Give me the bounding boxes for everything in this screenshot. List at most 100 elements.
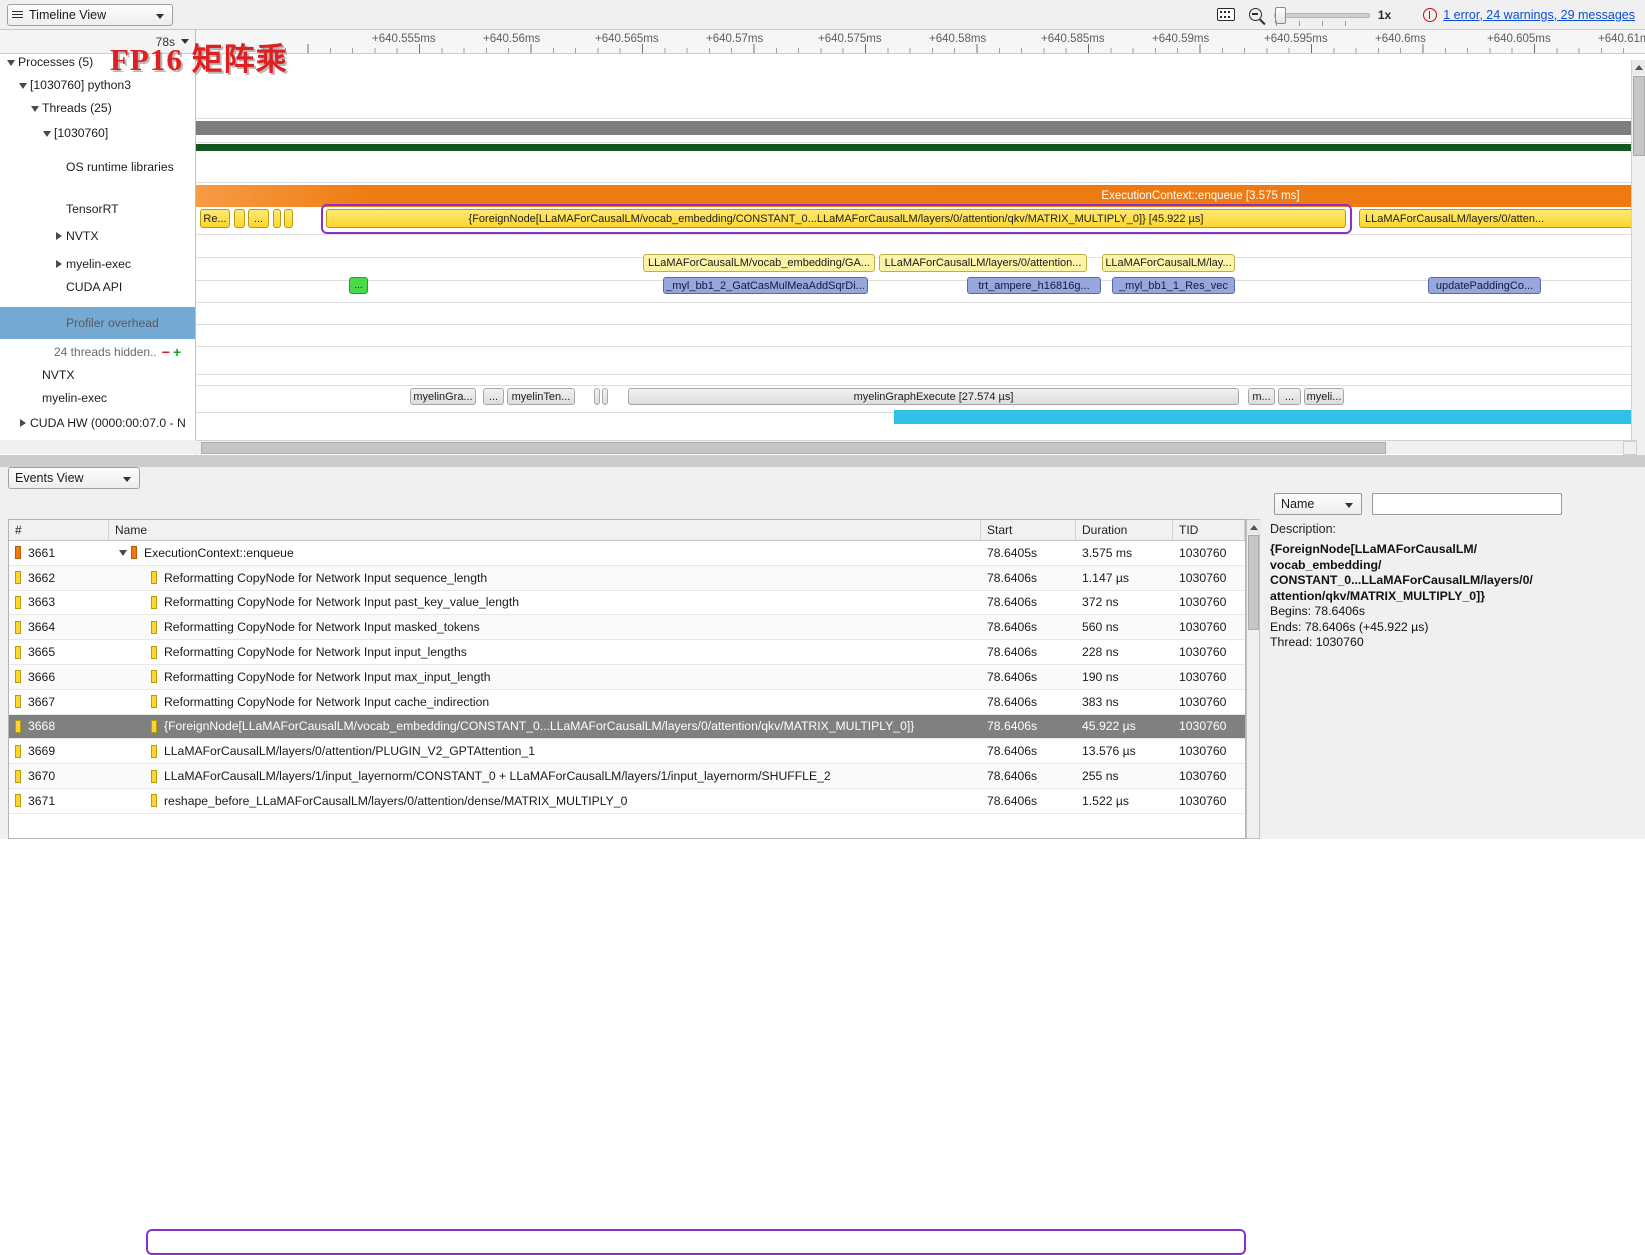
zoom-slider-track[interactable] <box>1273 12 1370 18</box>
event-color-swatch <box>151 620 157 634</box>
myelin-graph-execute-label: myelinGraphExecute [27.574 µs] <box>853 390 1014 403</box>
chevron-down-icon[interactable] <box>115 549 131 556</box>
timeline-tree-item-profiler-overhead[interactable]: Profiler overhead <box>0 307 195 339</box>
tensorrt-child-bar[interactable] <box>284 209 293 228</box>
myelin-bar[interactable]: ... <box>483 388 504 405</box>
os-runtime-bar[interactable] <box>196 121 1645 135</box>
zoom-out-icon[interactable] <box>1248 8 1262 21</box>
panel-splitter-thumb[interactable] <box>0 455 1645 467</box>
cuda-hw-bar[interactable] <box>894 410 1645 424</box>
events-filter-column-selector[interactable]: Name <box>1274 493 1362 515</box>
collapse-threads-button[interactable]: − <box>162 344 170 360</box>
timeline-vscroll-thumb[interactable] <box>1633 76 1645 156</box>
cuda-api-bar[interactable]: updatePaddingCo... <box>1428 277 1541 294</box>
zoom-slider[interactable] <box>1273 6 1370 26</box>
chevron-right-icon[interactable] <box>52 229 66 243</box>
table-row[interactable]: 3670 LLaMAForCausalLM/layers/1/input_laye… <box>9 764 1245 789</box>
timeline-tree-item-cuda-api[interactable]: CUDA API <box>0 275 195 298</box>
myelin-bar[interactable] <box>602 388 608 405</box>
scroll-up-icon[interactable] <box>1632 60 1645 74</box>
tensorrt-child-bar[interactable]: Re... <box>200 209 230 228</box>
timeline-tree-item-processes-5[interactable]: Processes (5) <box>0 50 195 73</box>
myelin-bar[interactable] <box>594 388 600 405</box>
timeline-tree-item-cuda-hw-0000-00-07-0-n[interactable]: CUDA HW (0000:00:07.0 - N <box>0 411 195 434</box>
cuda-api-bar[interactable]: _myl_bb1_1_Res_vec <box>1112 277 1235 294</box>
chevron-down-icon[interactable] <box>28 101 42 115</box>
column-header-start[interactable]: Start <box>981 520 1076 540</box>
events-view-selector[interactable]: Events View <box>8 467 140 489</box>
events-vscroll-thumb[interactable] <box>1248 535 1259 630</box>
timeline-tree-item-myelin-exec[interactable]: myelin-exec <box>0 252 195 275</box>
table-row[interactable]: 3666 Reformatting CopyNode for Network In… <box>9 664 1245 690</box>
table-row[interactable]: 3671 reshape_before_LLaMAForCausalLM/laye… <box>9 789 1245 814</box>
cell-name: Reformatting CopyNode for Network Input … <box>109 595 981 609</box>
column-header-tid[interactable]: TID <box>1173 520 1245 540</box>
description-ends: Ends: 78.6406s (+45.922 µs) <box>1270 619 1429 634</box>
top-toolbar: Timeline View 1x 1 error, 24 warnings, 2… <box>0 0 1645 30</box>
chevron-down-icon[interactable] <box>181 39 189 44</box>
myelin-bar[interactable]: m... <box>1248 388 1275 405</box>
tensorrt-child-bar[interactable] <box>234 209 245 228</box>
os-runtime-green-bar[interactable] <box>196 144 1645 151</box>
column-header-name[interactable]: Name <box>109 520 981 540</box>
myelin-graph-execute-bar[interactable]: myelinGraphExecute [27.574 µs] <box>628 388 1239 405</box>
chevron-right-icon[interactable] <box>52 257 66 271</box>
timeline-tree-item-24-threads-hidden[interactable]: 24 threads hidden.. − + <box>0 340 195 363</box>
scroll-up-icon[interactable] <box>1247 520 1261 534</box>
timeline-hscroll-thumb[interactable] <box>201 442 1386 454</box>
myelin-bar[interactable]: myelinTen... <box>507 388 575 405</box>
timeline-tree-item-nvtx[interactable]: NVTX <box>0 363 195 386</box>
cuda-api-bar[interactable]: trt_ampere_h16816g... <box>967 277 1101 294</box>
tensorrt-child-bar[interactable]: ... <box>248 209 269 228</box>
nvtx-range-bar[interactable]: LLaMAForCausalLM/lay... <box>1102 254 1235 272</box>
keyboard-icon[interactable] <box>1216 8 1235 21</box>
nvtx-range-bar[interactable]: LLaMAForCausalLM/layers/0/attention... <box>879 254 1087 272</box>
expand-threads-button[interactable]: + <box>173 344 181 360</box>
timeline-graph[interactable]: +640.555ms +640.56ms +640.565ms +640.57ms +6… <box>196 30 1645 455</box>
table-row[interactable]: 3664 Reformatting CopyNode for Network In… <box>9 615 1245 641</box>
cuda-api-green-bar[interactable]: ... <box>349 277 368 294</box>
table-row[interactable]: 3663 Reformatting CopyNode for Network In… <box>9 591 1245 616</box>
myelin-bar[interactable]: myeli... <box>1304 388 1344 405</box>
diagnostics-messages-link[interactable]: 1 error, 24 warnings, 29 messages <box>1443 8 1635 22</box>
chevron-right-icon[interactable] <box>16 416 30 430</box>
cuda-api-bar[interactable]: _myl_bb1_2_GatCasMulMeaAddSqrDi... <box>663 277 868 294</box>
timeline-view-selector[interactable]: Timeline View <box>7 3 173 26</box>
tensorrt-next-node-bar[interactable]: LLaMAForCausalLM/layers/0/atten... <box>1359 209 1645 228</box>
chevron-down-icon[interactable] <box>16 78 30 92</box>
table-row[interactable]: 3661 ExecutionContext::enqueue 78.6405s 3.5… <box>9 541 1245 566</box>
timeline-tree-item-1030760-python3[interactable]: [1030760] python3 <box>0 73 195 96</box>
panel-splitter[interactable] <box>0 455 1645 467</box>
table-row[interactable]: 3668 {ForeignNode[LLaMAForCausalLM/vocab_… <box>9 714 1245 740</box>
timeline-ruler[interactable]: +640.555ms +640.56ms +640.565ms +640.57ms +6… <box>196 30 1645 54</box>
myelin-bar[interactable]: ... <box>1278 388 1301 405</box>
chevron-down-icon[interactable] <box>40 126 54 140</box>
cell-tid: 1030760 <box>1179 694 1227 709</box>
timeline-tree-item-nvtx[interactable]: NVTX <box>0 224 195 247</box>
table-row[interactable]: 3667 Reformatting CopyNode for Network In… <box>9 690 1245 715</box>
timeline-tree-item-threads-25[interactable]: Threads (25) <box>0 96 195 119</box>
timeline-tree-item-label: CUDA API <box>66 279 123 294</box>
table-row[interactable]: 3662 Reformatting CopyNode for Network In… <box>9 565 1245 591</box>
events-filter-input[interactable] <box>1372 493 1562 515</box>
nvtx-range-bar[interactable]: LLaMAForCausalLM/vocab_embedding/GA... <box>643 254 875 272</box>
timeline-tree-item-1030760[interactable]: [1030760] <box>0 121 195 144</box>
chevron-down-icon[interactable] <box>4 55 18 69</box>
events-table[interactable]: # Name Start Duration TID 3661 ExecutionC… <box>8 519 1246 839</box>
table-row[interactable]: 3669 LLaMAForCausalLM/layers/0/attention/… <box>9 739 1245 765</box>
events-vertical-scrollbar[interactable] <box>1246 519 1261 839</box>
column-header-index[interactable]: # <box>9 520 109 540</box>
timeline-tree-item-os-runtime-libraries[interactable]: OS runtime libraries <box>0 155 195 178</box>
tensorrt-child-bar[interactable] <box>273 209 281 228</box>
timeline-vertical-scrollbar[interactable] <box>1631 60 1645 485</box>
tensorrt-enqueue-bar[interactable]: ExecutionContext::enqueue [3.575 ms] <box>196 185 1645 207</box>
timeline-horizontal-scrollbar[interactable] <box>196 440 1637 455</box>
column-header-duration[interactable]: Duration <box>1076 520 1173 540</box>
event-color-swatch <box>151 794 157 808</box>
timeline-tree-item-tensorrt[interactable]: TensorRT <box>0 197 195 220</box>
timeline-tree-item-myelin-exec[interactable]: myelin-exec <box>0 386 195 409</box>
tensorrt-foreignnode-bar[interactable]: {ForeignNode[LLaMAForCausalLM/vocab_embe… <box>326 209 1346 228</box>
myelin-bar[interactable]: myelinGra... <box>410 388 476 405</box>
scroll-right-icon[interactable] <box>1623 441 1637 455</box>
table-row[interactable]: 3665 Reformatting CopyNode for Network In… <box>9 640 1245 665</box>
